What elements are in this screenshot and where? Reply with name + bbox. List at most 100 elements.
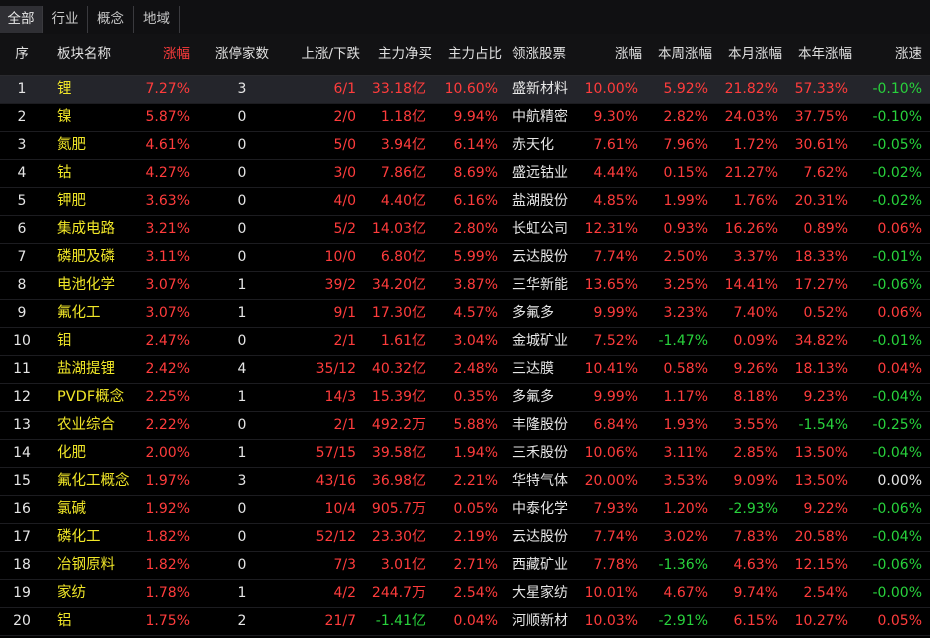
table-row[interactable]: 7 磷肥及磷 3.11% 0 10/0 6.80亿 5.99% 云达股份 7.74% 2.50% 3… xyxy=(0,244,930,272)
table-row[interactable]: 2 镍 5.87% 0 2/0 1.18亿 9.94% 中航精密 9.30% 2.82% 24.03… xyxy=(0,104,930,132)
stock-change: 20.00% xyxy=(584,473,638,489)
main-ratio: 2.19% xyxy=(453,529,498,545)
speed: -0.01% xyxy=(872,333,922,349)
sector-name: 集成电路 xyxy=(57,221,115,237)
week-change: 3.02% xyxy=(663,529,708,545)
column-header-main-net-buy[interactable]: 主力净买 xyxy=(364,34,434,75)
table-row[interactable]: 1 锂 7.27% 3 6/1 33.18亿 10.60% 盛新材料 10.00% 5.92% 21… xyxy=(0,76,930,104)
main-ratio: 2.71% xyxy=(453,557,498,573)
table-row[interactable]: 3 氮肥 4.61% 0 5/0 3.94亿 6.14% 赤天化 7.61% 7.96% 1.72%… xyxy=(0,132,930,160)
week-change: 2.50% xyxy=(663,249,708,265)
up-down-count: 2/1 xyxy=(333,333,356,349)
limit-up-count: 0 xyxy=(237,333,247,349)
tab-industry[interactable]: 行业 xyxy=(43,6,88,33)
sector-name: 氟化工概念 xyxy=(57,473,130,489)
table-row[interactable]: 11 盐湖提锂 2.42% 4 35/12 40.32亿 2.48% 三达膜 10.41% 0.5… xyxy=(0,356,930,384)
column-header-year-change[interactable]: 本年涨幅 xyxy=(786,34,856,75)
year-change: 12.15% xyxy=(794,557,848,573)
column-header-speed[interactable]: 涨速 xyxy=(856,34,930,75)
row-index: 17 xyxy=(13,529,31,545)
week-change: 0.93% xyxy=(663,221,708,237)
stock-change: 12.31% xyxy=(584,221,638,237)
main-ratio: 10.60% xyxy=(444,81,498,97)
tab-concept[interactable]: 概念 xyxy=(88,6,134,33)
row-index: 11 xyxy=(13,361,31,377)
main-ratio: 2.80% xyxy=(453,221,498,237)
table-row[interactable]: 12 PVDF概念 2.25% 1 14/3 15.39亿 0.35% 多氟多 9.99% 1.1… xyxy=(0,384,930,412)
table-row[interactable]: 5 钾肥 3.63% 0 4/0 4.40亿 6.16% 盐湖股份 4.85% 1.99% 1.76… xyxy=(0,188,930,216)
table-row[interactable]: 17 磷化工 1.82% 0 52/12 23.30亿 2.19% 云达股份 7.74% 3.02… xyxy=(0,524,930,552)
main-net-buy: 4.40亿 xyxy=(380,193,426,209)
week-change: 3.23% xyxy=(663,305,708,321)
sector-name: 磷化工 xyxy=(57,529,101,545)
limit-up-count: 1 xyxy=(237,277,247,293)
leading-stock: 河顺新材 xyxy=(512,613,568,629)
tab-bar: 全部 行业 概念 地域 xyxy=(0,0,930,35)
year-change: 0.52% xyxy=(803,305,848,321)
column-header-up-down[interactable]: 上涨/下跌 xyxy=(284,34,364,75)
tab-region[interactable]: 地域 xyxy=(134,6,180,33)
year-change: 13.50% xyxy=(794,473,848,489)
table-row[interactable]: 20 铝 1.75% 2 21/7 -1.41亿 0.04% 河顺新材 10.03% -2.91%… xyxy=(0,608,930,636)
sector-name: 钾肥 xyxy=(57,193,86,209)
up-down-count: 39/2 xyxy=(324,277,356,293)
up-down-count: 3/0 xyxy=(333,165,356,181)
leading-stock: 盛远钴业 xyxy=(512,165,568,181)
year-change: 9.23% xyxy=(803,389,848,405)
column-header-limit-up-count[interactable]: 涨停家数 xyxy=(200,34,284,75)
up-down-count: 7/3 xyxy=(333,557,356,573)
column-header-index[interactable]: 序 xyxy=(0,34,44,75)
main-net-buy: 905.7万 xyxy=(371,501,426,517)
main-net-buy: 3.01亿 xyxy=(380,557,426,573)
speed: -0.04% xyxy=(872,529,922,545)
leading-stock: 多氟多 xyxy=(512,389,554,405)
year-change: 20.58% xyxy=(794,529,848,545)
table-row[interactable]: 19 家纺 1.78% 1 4/2 244.7万 2.54% 大星家纺 10.01% 4.67% 9… xyxy=(0,580,930,608)
speed: -0.06% xyxy=(872,501,922,517)
month-change: 2.85% xyxy=(733,445,778,461)
limit-up-count: 1 xyxy=(237,305,247,321)
up-down-count: 4/0 xyxy=(333,193,356,209)
table-row[interactable]: 14 化肥 2.00% 1 57/15 39.58亿 1.94% 三禾股份 10.06% 3.11… xyxy=(0,440,930,468)
week-change: 3.25% xyxy=(663,277,708,293)
table-row[interactable]: 18 冶钢原料 1.82% 0 7/3 3.01亿 2.71% 西藏矿业 7.78% -1.36%… xyxy=(0,552,930,580)
column-header-leading-stock[interactable]: 领涨股票 xyxy=(508,34,576,75)
tab-all[interactable]: 全部 xyxy=(0,6,43,33)
leading-stock: 赤天化 xyxy=(512,137,554,153)
table-row[interactable]: 4 钴 4.27% 0 3/0 7.86亿 8.69% 盛远钴业 4.44% 0.15% 21.27… xyxy=(0,160,930,188)
limit-up-count: 1 xyxy=(237,445,247,461)
table-header: 序 板块名称 涨幅 涨停家数 上涨/下跌 主力净买 主力占比 领涨股票 涨幅 本… xyxy=(0,34,930,76)
table-row[interactable]: 10 钼 2.47% 0 2/1 1.61亿 3.04% 金城矿业 7.52% -1.47% 0.0… xyxy=(0,328,930,356)
up-down-count: 5/2 xyxy=(333,221,356,237)
column-header-stock-change[interactable]: 涨幅 xyxy=(576,34,646,75)
month-change: -2.93% xyxy=(728,501,778,517)
table-row[interactable]: 6 集成电路 3.21% 0 5/2 14.03亿 2.80% 长虹公司 12.31% 0.93%… xyxy=(0,216,930,244)
column-header-week-change[interactable]: 本周涨幅 xyxy=(646,34,716,75)
column-header-main-ratio[interactable]: 主力占比 xyxy=(434,34,506,75)
column-header-sector-name[interactable]: 板块名称 xyxy=(57,34,130,75)
month-change: 4.63% xyxy=(733,557,778,573)
up-down-count: 21/7 xyxy=(324,613,356,629)
year-change: 7.62% xyxy=(803,165,848,181)
stock-change: 10.06% xyxy=(584,445,638,461)
stock-change: 4.44% xyxy=(593,165,638,181)
sector-name: 化肥 xyxy=(57,445,86,461)
sector-name: PVDF概念 xyxy=(57,389,125,405)
limit-up-count: 0 xyxy=(237,165,247,181)
leading-stock: 盐湖股份 xyxy=(512,193,568,209)
month-change: 9.26% xyxy=(733,361,778,377)
table-row[interactable]: 9 氟化工 3.07% 1 9/1 17.30亿 4.57% 多氟多 9.99% 3.23% 7.4… xyxy=(0,300,930,328)
stock-change: 9.99% xyxy=(593,305,638,321)
month-change: 3.37% xyxy=(733,249,778,265)
column-header-change-sorted[interactable]: 涨幅 xyxy=(136,34,194,75)
limit-up-count: 0 xyxy=(237,529,247,545)
column-header-month-change[interactable]: 本月涨幅 xyxy=(716,34,786,75)
table-row[interactable]: 16 氯碱 1.92% 0 10/4 905.7万 0.05% 中泰化学 7.93% 1.20% -… xyxy=(0,496,930,524)
speed: -0.06% xyxy=(872,557,922,573)
table-row[interactable]: 15 氟化工概念 1.97% 3 43/16 36.98亿 2.21% 华特气体 20.00% 3… xyxy=(0,468,930,496)
year-change: 2.54% xyxy=(803,585,848,601)
table-row[interactable]: 8 电池化学 3.07% 1 39/2 34.20亿 3.87% 三华新能 13.65% 3.25… xyxy=(0,272,930,300)
table-row[interactable]: 13 农业综合 2.22% 0 2/1 492.2万 5.88% 丰隆股份 6.84% 1.93%… xyxy=(0,412,930,440)
sector-change: 3.21% xyxy=(145,221,190,237)
stock-change: 7.74% xyxy=(593,249,638,265)
